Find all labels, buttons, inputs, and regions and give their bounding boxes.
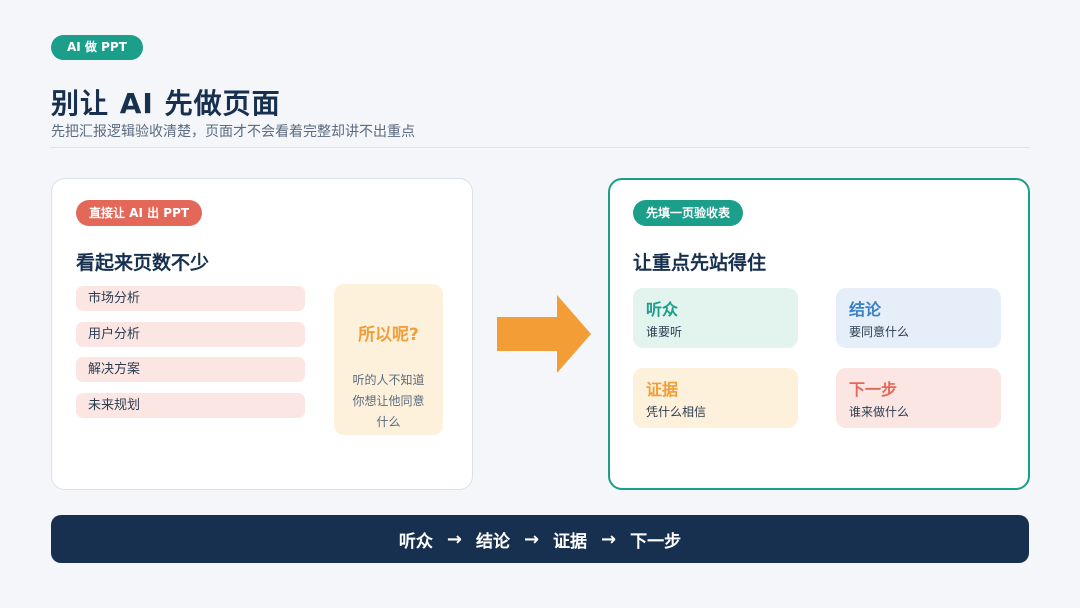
flow-arrow-icon: → xyxy=(446,528,462,550)
right-card-title: 让重点先站得住 xyxy=(633,252,767,274)
left-card-title: 看起来页数不少 xyxy=(76,252,210,274)
flow-arrow-icon: → xyxy=(601,528,617,550)
box-title: 下一步 xyxy=(849,380,898,399)
next-step-box: 下一步 谁来做什么 xyxy=(836,368,1001,428)
box-title: 听众 xyxy=(646,300,679,319)
box-subtitle: 凭什么相信 xyxy=(646,405,707,419)
list-item: 市场分析 xyxy=(76,286,305,311)
list-item: 未来规划 xyxy=(76,393,305,418)
note-line: 你想让他同意 xyxy=(352,394,425,408)
slide: AI 做 PPT 别让 AI 先做页面 先把汇报逻辑验收清楚，页面才不会看着完整… xyxy=(0,0,1080,608)
audience-box: 听众 谁要听 xyxy=(633,288,798,348)
question-note: 所以呢? 听的人不知道 你想让他同意 什么 xyxy=(334,284,443,435)
note-text: 听的人不知道 你想让他同意 什么 xyxy=(344,370,433,433)
note-line: 什么 xyxy=(376,415,401,429)
flow-bar: 听众 → 结论 → 证据 → 下一步 xyxy=(51,515,1029,563)
evidence-box: 证据 凭什么相信 xyxy=(633,368,798,428)
right-card: 先填一页验收表 让重点先站得住 听众 谁要听 结论 要同意什么 证据 凭什么相信… xyxy=(608,178,1030,490)
box-title: 结论 xyxy=(849,300,882,319)
flow-arrow-icon: → xyxy=(523,528,540,550)
left-card: 直接让 AI 出 PPT 看起来页数不少 市场分析 用户分析 解决方案 未来规划… xyxy=(51,178,473,490)
header-divider xyxy=(51,147,1029,148)
flow-step: 下一步 xyxy=(630,531,682,552)
page-title: 别让 AI 先做页面 xyxy=(51,87,281,120)
box-subtitle: 谁来做什么 xyxy=(849,405,910,419)
right-arrow-icon xyxy=(497,295,591,373)
box-subtitle: 谁要听 xyxy=(646,325,683,339)
page-subtitle: 先把汇报逻辑验收清楚，页面才不会看着完整却讲不出重点 xyxy=(51,124,415,140)
list-item: 解决方案 xyxy=(76,357,305,382)
right-card-tag: 先填一页验收表 xyxy=(633,200,744,226)
flow-step: 听众 xyxy=(398,531,433,552)
topic-tag: AI 做 PPT xyxy=(51,35,143,60)
left-card-tag: 直接让 AI 出 PPT xyxy=(76,200,203,226)
flow-step: 证据 xyxy=(553,531,588,552)
conclusion-box: 结论 要同意什么 xyxy=(836,288,1001,348)
note-line: 听的人不知道 xyxy=(352,373,425,387)
note-title: 所以呢? xyxy=(358,325,419,345)
flow-step: 结论 xyxy=(475,531,510,552)
box-subtitle: 要同意什么 xyxy=(849,325,910,339)
list-item: 用户分析 xyxy=(76,322,305,347)
box-title: 证据 xyxy=(646,380,679,399)
